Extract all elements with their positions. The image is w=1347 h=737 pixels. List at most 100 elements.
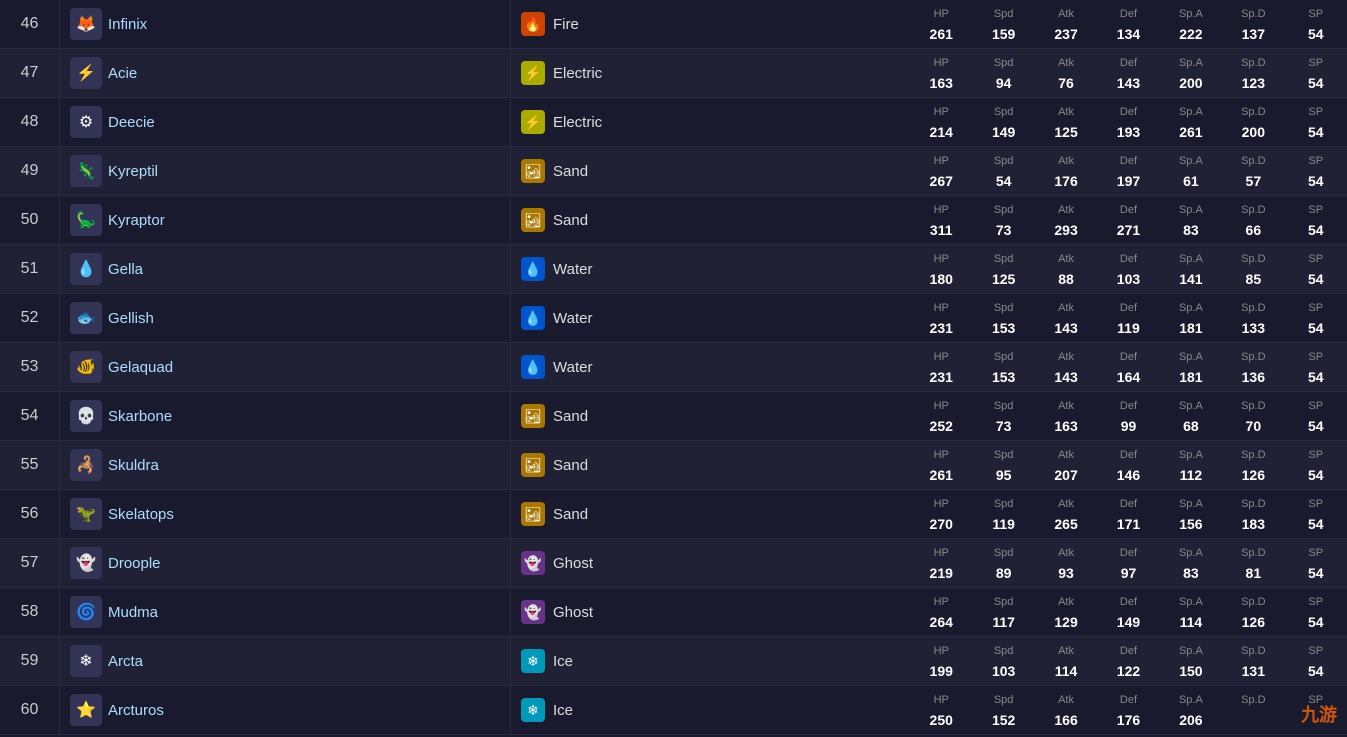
creature-name[interactable]: Kyreptil bbox=[108, 163, 158, 180]
stat-label-sp.d: Sp.D bbox=[1222, 298, 1284, 316]
stat-value-atk: 143 bbox=[1035, 320, 1097, 338]
stat-value-sp: 54 bbox=[1285, 173, 1347, 191]
table-row[interactable]: 52🐟Gellish💧WaterHPSpdAtkDefSp.ASp.DSP231… bbox=[0, 294, 1347, 343]
type-icon: ⚡ bbox=[521, 110, 545, 134]
stat-value-sp: 54 bbox=[1285, 565, 1347, 583]
creature-name[interactable]: Gellish bbox=[108, 310, 154, 327]
stat-value-sp.a: 206 bbox=[1160, 712, 1222, 730]
creature-name[interactable]: Deecie bbox=[108, 114, 155, 131]
table-row[interactable]: 51💧Gella💧WaterHPSpdAtkDefSp.ASp.DSP18012… bbox=[0, 245, 1347, 294]
table-row[interactable]: 58🌀Mudma👻GhostHPSpdAtkDefSp.ASp.DSP26411… bbox=[0, 588, 1347, 637]
stat-value-def: 103 bbox=[1097, 271, 1159, 289]
stats-cell: HPSpdAtkDefSp.ASp.DSP2619520714611212654 bbox=[910, 441, 1347, 489]
table-row[interactable]: 50🦕Kyraptor🏜SandHPSpdAtkDefSp.ASp.DSP311… bbox=[0, 196, 1347, 245]
stat-value-sp: 54 bbox=[1285, 663, 1347, 681]
stat-value-def: 119 bbox=[1097, 320, 1159, 338]
creature-type-cell: ⚡ Electric bbox=[510, 98, 910, 146]
table-row[interactable]: 54💀Skarbone🏜SandHPSpdAtkDefSp.ASp.DSP252… bbox=[0, 392, 1347, 441]
stat-value-atk: 125 bbox=[1035, 124, 1097, 142]
stat-value-sp.a: 181 bbox=[1160, 369, 1222, 387]
creature-name[interactable]: Skarbone bbox=[108, 408, 172, 425]
stat-label-def: Def bbox=[1097, 200, 1159, 218]
stat-label-spd: Spd bbox=[972, 445, 1034, 463]
creature-name[interactable]: Acie bbox=[108, 65, 137, 82]
stat-label-spd: Spd bbox=[972, 151, 1034, 169]
stats-cell: HPSpdAtkDefSp.ASp.DSP2527316399687054 bbox=[910, 392, 1347, 440]
stats-values: 180125881031418554 bbox=[910, 269, 1347, 291]
table-row[interactable]: 59❄Arcta❄IceHPSpdAtkDefSp.ASp.DSP1991031… bbox=[0, 637, 1347, 686]
stat-value-atk: 143 bbox=[1035, 369, 1097, 387]
type-icon: 🏜 bbox=[521, 159, 545, 183]
creature-name-cell: 💧 Gella bbox=[60, 245, 510, 293]
stat-value-sp.d: 123 bbox=[1222, 75, 1284, 93]
stat-value-sp.a: 112 bbox=[1160, 467, 1222, 485]
stat-label-spd: Spd bbox=[972, 298, 1034, 316]
type-icon: ❄ bbox=[521, 649, 545, 673]
creature-name[interactable]: Infinix bbox=[108, 16, 147, 33]
table-row[interactable]: 55🦂Skuldra🏜SandHPSpdAtkDefSp.ASp.DSP2619… bbox=[0, 441, 1347, 490]
type-icon: 🏜 bbox=[521, 404, 545, 428]
table-row[interactable]: 56🦖Skelatops🏜SandHPSpdAtkDefSp.ASp.DSP27… bbox=[0, 490, 1347, 539]
creature-name[interactable]: Gella bbox=[108, 261, 143, 278]
stat-label-sp: SP bbox=[1285, 102, 1347, 120]
stat-label-def: Def bbox=[1097, 4, 1159, 22]
stat-label-spd: Spd bbox=[972, 102, 1034, 120]
stat-label-sp.a: Sp.A bbox=[1160, 347, 1222, 365]
stat-label-def: Def bbox=[1097, 641, 1159, 659]
stat-label-atk: Atk bbox=[1035, 200, 1097, 218]
stats-values: 26115923713422213754 bbox=[910, 24, 1347, 46]
creature-name[interactable]: Skelatops bbox=[108, 506, 174, 523]
creature-type-cell: 🏜Sand bbox=[510, 147, 910, 195]
table-row[interactable]: 53🐠Gelaquad💧WaterHPSpdAtkDefSp.ASp.DSP23… bbox=[0, 343, 1347, 392]
stat-label-sp.a: Sp.A bbox=[1160, 690, 1222, 708]
stat-value-sp.d bbox=[1222, 712, 1284, 730]
creature-name[interactable]: Mudma bbox=[108, 604, 158, 621]
creature-name[interactable]: Arcturos bbox=[108, 702, 164, 719]
stat-label-hp: HP bbox=[910, 298, 972, 316]
type-icon: 🏜 bbox=[521, 208, 545, 232]
stat-value-sp.d: 66 bbox=[1222, 222, 1284, 240]
stat-label-def: Def bbox=[1097, 347, 1159, 365]
table-row[interactable]: 49🦎Kyreptil🏜SandHPSpdAtkDefSp.ASp.DSP267… bbox=[0, 147, 1347, 196]
creature-icon: ⚙ bbox=[70, 106, 102, 138]
creature-icon: 🐠 bbox=[70, 351, 102, 383]
stat-label-atk: Atk bbox=[1035, 543, 1097, 561]
creature-name[interactable]: Arcta bbox=[108, 653, 143, 670]
stat-label-sp.a: Sp.A bbox=[1160, 396, 1222, 414]
stat-value-sp.d: 126 bbox=[1222, 467, 1284, 485]
stat-value-def: 197 bbox=[1097, 173, 1159, 191]
stat-label-spd: Spd bbox=[972, 347, 1034, 365]
stats-values: 26411712914911412654 bbox=[910, 612, 1347, 634]
stat-value-sp: 54 bbox=[1285, 271, 1347, 289]
stats-header: HPSpdAtkDefSp.ASp.DSP bbox=[910, 2, 1347, 24]
stats-values: 2527316399687054 bbox=[910, 416, 1347, 438]
row-number: 57 bbox=[0, 539, 60, 587]
table-row[interactable]: 48⚙Deecie⚡ElectricHPSpdAtkDefSp.ASp.DSP2… bbox=[0, 98, 1347, 147]
stat-label-sp.a: Sp.A bbox=[1160, 102, 1222, 120]
stat-label-spd: Spd bbox=[972, 53, 1034, 71]
stat-label-sp: SP bbox=[1285, 641, 1347, 659]
type-label: Electric bbox=[553, 114, 602, 131]
table-row[interactable]: 60⭐Arcturos❄IceHPSpdAtkDefSp.ASp.DSP2501… bbox=[0, 686, 1347, 735]
creature-name[interactable]: Gelaquad bbox=[108, 359, 173, 376]
creature-name[interactable]: Droople bbox=[108, 555, 161, 572]
stat-label-sp: SP bbox=[1285, 543, 1347, 561]
table-row[interactable]: 57👻Droople👻GhostHPSpdAtkDefSp.ASp.DSP219… bbox=[0, 539, 1347, 588]
creature-name[interactable]: Kyraptor bbox=[108, 212, 165, 229]
stat-value-hp: 199 bbox=[910, 663, 972, 681]
type-label: Sand bbox=[553, 408, 588, 425]
stat-label-sp.d: Sp.D bbox=[1222, 53, 1284, 71]
stat-label-atk: Atk bbox=[1035, 690, 1097, 708]
creature-icon: 💧 bbox=[70, 253, 102, 285]
creature-type-cell: ❄Ice bbox=[510, 637, 910, 685]
creature-type-cell: 💧Water bbox=[510, 343, 910, 391]
table-row[interactable]: 46🦊Infinix🔥FireHPSpdAtkDefSp.ASp.DSP2611… bbox=[0, 0, 1347, 49]
stat-value-sp: 54 bbox=[1285, 467, 1347, 485]
stat-value-sp.d: 200 bbox=[1222, 124, 1284, 142]
stat-value-sp: 54 bbox=[1285, 369, 1347, 387]
row-number: 52 bbox=[0, 294, 60, 342]
stat-value-sp.a: 61 bbox=[1160, 173, 1222, 191]
creature-name[interactable]: Skuldra bbox=[108, 457, 159, 474]
stat-value-spd: 125 bbox=[972, 271, 1034, 289]
table-row[interactable]: 47⚡Acie⚡ElectricHPSpdAtkDefSp.ASp.DSP163… bbox=[0, 49, 1347, 98]
